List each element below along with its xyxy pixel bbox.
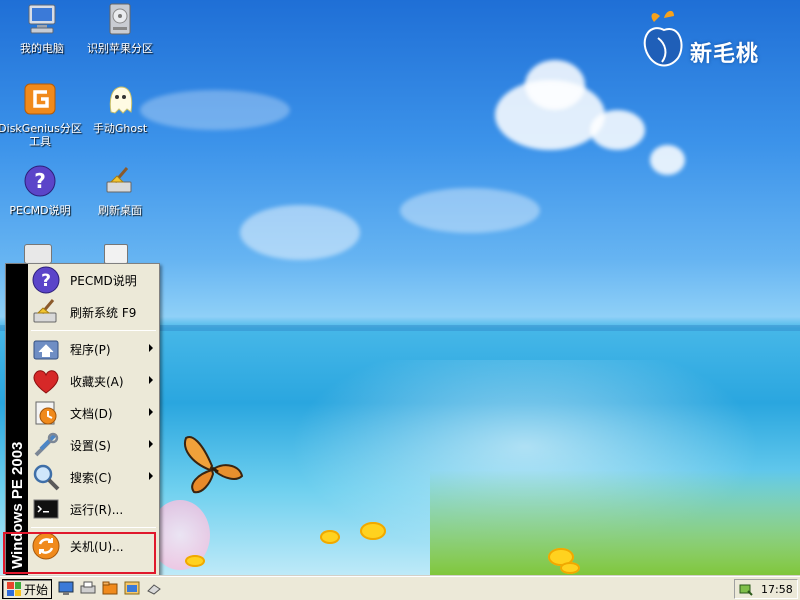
menu-separator	[31, 330, 156, 331]
desktop-icon[interactable]	[58, 580, 74, 596]
start-menu-items: ? PECMD说明 刷新系统 F9 程序(P) 收藏夹(A) 文档(D) 设置(…	[28, 264, 159, 562]
cloud	[240, 205, 360, 260]
printer-desktop-icon[interactable]	[24, 244, 52, 264]
windows-flag-icon	[7, 582, 21, 596]
menu-item-documents[interactable]: 文档(D)	[28, 397, 159, 429]
computer-icon	[28, 4, 56, 34]
brand-logo: 新毛桃	[640, 8, 780, 72]
folder-icon[interactable]	[102, 580, 118, 596]
menu-item-run[interactable]: 运行(R)...	[28, 493, 159, 525]
cloud	[650, 145, 685, 175]
flower	[360, 522, 386, 540]
diskgenius-icon	[24, 83, 56, 115]
logo-text: 新毛桃	[690, 42, 760, 67]
submenu-arrow-icon	[149, 376, 153, 384]
heart-icon	[33, 370, 59, 394]
peach-icon	[643, 10, 683, 67]
desktop-icon-apple-partition[interactable]: 识别苹果分区	[78, 2, 162, 55]
menu-item-label: 程序(P)	[70, 342, 111, 357]
cloud	[140, 90, 290, 130]
menu-item-settings[interactable]: 设置(S)	[28, 429, 159, 461]
menu-item-pecmd-help[interactable]: ? PECMD说明	[28, 264, 159, 296]
submenu-arrow-icon	[149, 472, 153, 480]
desktop-icon-label: 我的电脑	[20, 42, 64, 55]
search-icon	[33, 464, 60, 491]
desktop-icon-label: 手动Ghost	[92, 122, 148, 135]
menu-item-label: 收藏夹(A)	[70, 374, 124, 389]
start-menu: Windows PE 2003 ? PECMD说明 刷新系统 F9 程序(P) …	[5, 263, 160, 576]
help-icon: ?	[24, 165, 56, 197]
butterfly-image	[184, 436, 244, 494]
help-icon: ?	[32, 266, 60, 294]
desktop-icon-pecmd-help[interactable]: ? PECMD说明	[0, 164, 82, 217]
menu-item-label: 文档(D)	[70, 406, 113, 421]
menu-item-refresh-system[interactable]: 刷新系统 F9	[28, 296, 159, 328]
ghost-icon	[109, 86, 133, 114]
start-button-label: 开始	[24, 582, 49, 597]
cloud	[400, 188, 540, 233]
broom-icon	[106, 167, 132, 193]
submenu-arrow-icon	[149, 440, 153, 448]
menu-separator	[31, 527, 156, 528]
run-icon	[33, 499, 59, 519]
submenu-arrow-icon	[149, 408, 153, 416]
clock[interactable]: 17:58	[761, 583, 793, 596]
desktop-icon-label: 识别苹果分区	[87, 42, 153, 55]
desktop-icon-diskgenius[interactable]: DiskGenius分区工具	[0, 82, 82, 148]
menu-item-label: 设置(S)	[70, 438, 111, 453]
document-desktop-icon[interactable]	[104, 244, 128, 264]
menu-item-search[interactable]: 搜索(C)	[28, 461, 159, 493]
desktop-icon-label: PECMD说明	[9, 204, 71, 217]
documents-icon	[35, 401, 57, 425]
grass	[430, 470, 800, 576]
menu-item-label: 运行(R)...	[70, 502, 124, 517]
desktop-icon-my-computer[interactable]: 我的电脑	[0, 2, 84, 55]
menu-item-programs[interactable]: 程序(P)	[28, 333, 159, 365]
menu-item-label: PECMD说明	[70, 273, 137, 288]
svg-text:?: ?	[34, 169, 46, 193]
submenu-arrow-icon	[149, 344, 153, 352]
settings-icon	[34, 432, 59, 457]
desktop-icon-manual-ghost[interactable]: 手动Ghost	[78, 82, 162, 135]
eraser-icon[interactable]	[146, 580, 162, 596]
cloud	[590, 110, 645, 150]
drive-icon	[109, 3, 131, 35]
taskbar: 开始 17:58	[0, 576, 800, 600]
flower	[320, 530, 340, 544]
menu-item-favorites[interactable]: 收藏夹(A)	[28, 365, 159, 397]
start-menu-banner: Windows PE 2003	[6, 264, 28, 575]
svg-text:?: ?	[41, 271, 51, 291]
desktop-icon-refresh-desktop[interactable]: 刷新桌面	[78, 164, 162, 217]
safely-remove-hardware-icon[interactable]	[739, 582, 753, 596]
menu-item-label: 搜索(C)	[70, 470, 112, 485]
system-tray: 17:58	[734, 579, 798, 599]
explorer-icon[interactable]	[124, 580, 140, 596]
menu-item-label: 刷新系统 F9	[70, 305, 137, 320]
desktop-icon-label: DiskGenius分区工具	[0, 122, 82, 148]
flower	[560, 562, 580, 574]
broom-icon	[33, 299, 57, 323]
printer-icon[interactable]	[80, 580, 96, 596]
cloud	[525, 60, 585, 110]
shutdown-highlight-box	[3, 532, 156, 574]
programs-icon	[33, 340, 59, 360]
flower	[185, 555, 205, 567]
start-button[interactable]: 开始	[2, 579, 52, 599]
desktop-icon-label: 刷新桌面	[98, 204, 142, 217]
